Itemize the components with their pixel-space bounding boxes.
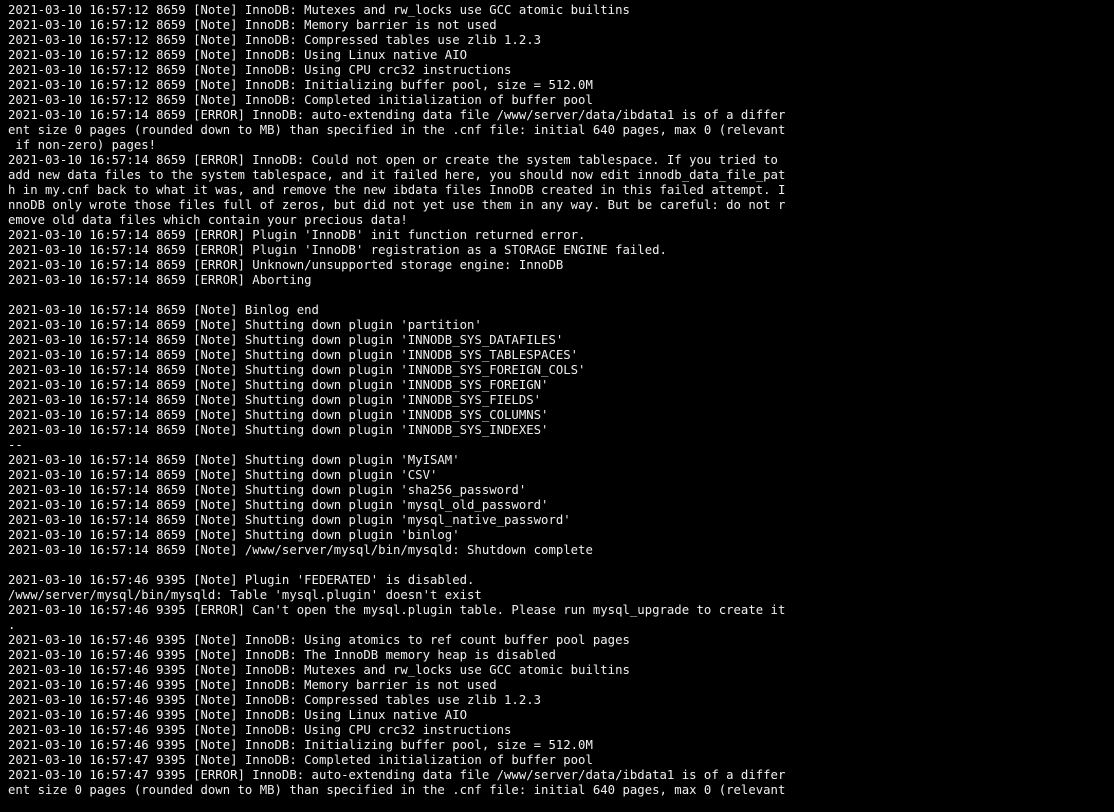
log-line: h in my.cnf back to what it was, and rem… xyxy=(8,183,786,197)
log-line: 2021-03-10 16:57:14 8659 [Note] Binlog e… xyxy=(8,303,319,317)
log-line: 2021-03-10 16:57:14 8659 [Note] Shutting… xyxy=(8,468,438,482)
log-line: nnoDB only wrote those files full of zer… xyxy=(8,198,786,212)
log-line: 2021-03-10 16:57:12 8659 [Note] InnoDB: … xyxy=(8,93,593,107)
log-line: 2021-03-10 16:57:46 9395 [ERROR] Can't o… xyxy=(8,603,786,617)
log-line: 2021-03-10 16:57:46 9395 [Note] InnoDB: … xyxy=(8,708,468,722)
log-line: ent size 0 pages (rounded down to MB) th… xyxy=(8,783,786,797)
log-line: -- xyxy=(8,438,23,452)
log-line: 2021-03-10 16:57:14 8659 [Note] Shutting… xyxy=(8,378,549,392)
log-line: 2021-03-10 16:57:14 8659 [ERROR] Plugin … xyxy=(8,228,586,242)
log-line: 2021-03-10 16:57:14 8659 [Note] Shutting… xyxy=(8,333,564,347)
log-line: 2021-03-10 16:57:14 8659 [Note] Shutting… xyxy=(8,393,542,407)
log-line: 2021-03-10 16:57:47 9395 [Note] InnoDB: … xyxy=(8,753,593,767)
log-line: 2021-03-10 16:57:14 8659 [ERROR] InnoDB:… xyxy=(8,108,786,122)
log-line: 2021-03-10 16:57:14 8659 [Note] Shutting… xyxy=(8,348,579,362)
log-line: 2021-03-10 16:57:46 9395 [Note] InnoDB: … xyxy=(8,723,512,737)
log-line: ent size 0 pages (rounded down to MB) th… xyxy=(8,123,786,137)
log-line: 2021-03-10 16:57:14 8659 [Note] Shutting… xyxy=(8,528,460,542)
log-line: 2021-03-10 16:57:12 8659 [Note] InnoDB: … xyxy=(8,63,512,77)
log-line: 2021-03-10 16:57:14 8659 [ERROR] Unknown… xyxy=(8,258,564,272)
log-line: add new data files to the system tablesp… xyxy=(8,168,786,182)
log-line: emove old data files which contain your … xyxy=(8,213,408,227)
log-line: /www/server/mysql/bin/mysqld: Table 'mys… xyxy=(8,588,482,602)
log-line: 2021-03-10 16:57:14 8659 [Note] Shutting… xyxy=(8,363,586,377)
log-line: if non-zero) pages! xyxy=(8,138,157,152)
log-line: 2021-03-10 16:57:14 8659 [ERROR] InnoDB:… xyxy=(8,153,778,167)
log-line: 2021-03-10 16:57:12 8659 [Note] InnoDB: … xyxy=(8,33,542,47)
log-line: 2021-03-10 16:57:14 8659 [Note] /www/ser… xyxy=(8,543,593,557)
log-line: 2021-03-10 16:57:12 8659 [Note] InnoDB: … xyxy=(8,48,468,62)
log-line: . xyxy=(8,618,16,632)
log-line: 2021-03-10 16:57:46 9395 [Note] InnoDB: … xyxy=(8,693,542,707)
log-line: 2021-03-10 16:57:12 8659 [Note] InnoDB: … xyxy=(8,18,497,32)
log-line: 2021-03-10 16:57:46 9395 [Note] InnoDB: … xyxy=(8,678,497,692)
log-line: 2021-03-10 16:57:14 8659 [Note] Shutting… xyxy=(8,498,549,512)
log-line: 2021-03-10 16:57:12 8659 [Note] InnoDB: … xyxy=(8,3,630,17)
log-line: 2021-03-10 16:57:14 8659 [Note] Shutting… xyxy=(8,318,482,332)
log-line: 2021-03-10 16:57:47 9395 [ERROR] InnoDB:… xyxy=(8,768,786,782)
log-line: 2021-03-10 16:57:14 8659 [Note] Shutting… xyxy=(8,408,549,422)
log-line: 2021-03-10 16:57:46 9395 [Note] InnoDB: … xyxy=(8,738,593,752)
log-line: 2021-03-10 16:57:14 8659 [Note] Shutting… xyxy=(8,483,527,497)
log-line: 2021-03-10 16:57:46 9395 [Note] InnoDB: … xyxy=(8,648,556,662)
log-line: 2021-03-10 16:57:14 8659 [ERROR] Abortin… xyxy=(8,273,312,287)
log-line: 2021-03-10 16:57:14 8659 [Note] Shutting… xyxy=(8,513,571,527)
log-line: 2021-03-10 16:57:14 8659 [Note] Shutting… xyxy=(8,423,549,437)
log-line: 2021-03-10 16:57:46 9395 [Note] InnoDB: … xyxy=(8,633,630,647)
log-line: 2021-03-10 16:57:46 9395 [Note] Plugin '… xyxy=(8,573,475,587)
log-line: 2021-03-10 16:57:14 8659 [ERROR] Plugin … xyxy=(8,243,667,257)
log-line: 2021-03-10 16:57:12 8659 [Note] InnoDB: … xyxy=(8,78,593,92)
log-line: 2021-03-10 16:57:46 9395 [Note] InnoDB: … xyxy=(8,663,630,677)
terminal-output[interactable]: 2021-03-10 16:57:12 8659 [Note] InnoDB: … xyxy=(0,0,1114,812)
log-line: 2021-03-10 16:57:14 8659 [Note] Shutting… xyxy=(8,453,460,467)
